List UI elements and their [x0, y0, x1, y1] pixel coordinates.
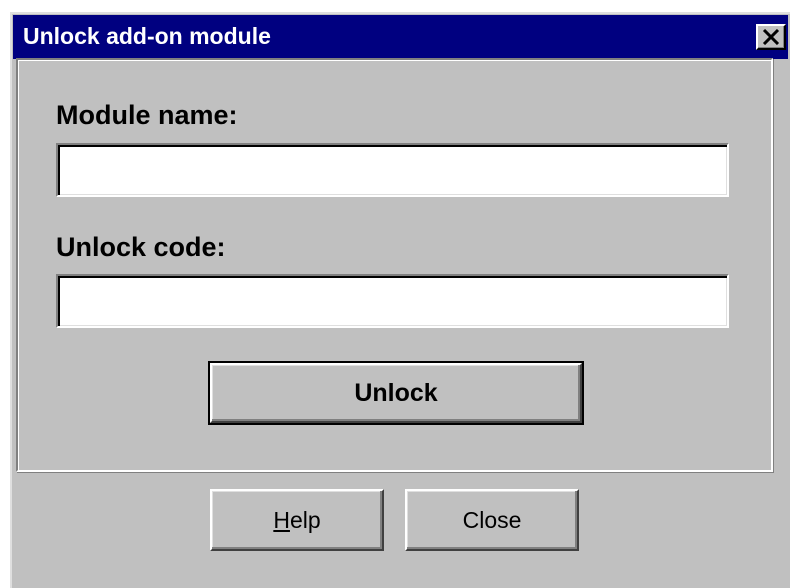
title-bar[interactable]: Unlock add-on module: [13, 15, 788, 59]
window-title: Unlock add-on module: [23, 23, 271, 49]
help-button[interactable]: Help: [210, 489, 384, 551]
module-name-label: Module name:: [56, 100, 238, 130]
close-icon: [762, 29, 780, 45]
unlock-code-input[interactable]: [56, 274, 729, 328]
unlock-button[interactable]: Unlock: [208, 361, 584, 425]
unlock-button-label: Unlock: [354, 378, 438, 407]
help-label-rest: elp: [289, 506, 321, 533]
close-button[interactable]: Close: [405, 489, 579, 551]
unlock-code-label: Unlock code:: [56, 232, 226, 262]
title-close-button[interactable]: [756, 24, 786, 50]
close-button-label: Close: [462, 506, 522, 533]
module-name-input[interactable]: [56, 143, 729, 197]
help-button-label: Help: [273, 507, 320, 534]
help-mnemonic: H: [273, 506, 290, 533]
